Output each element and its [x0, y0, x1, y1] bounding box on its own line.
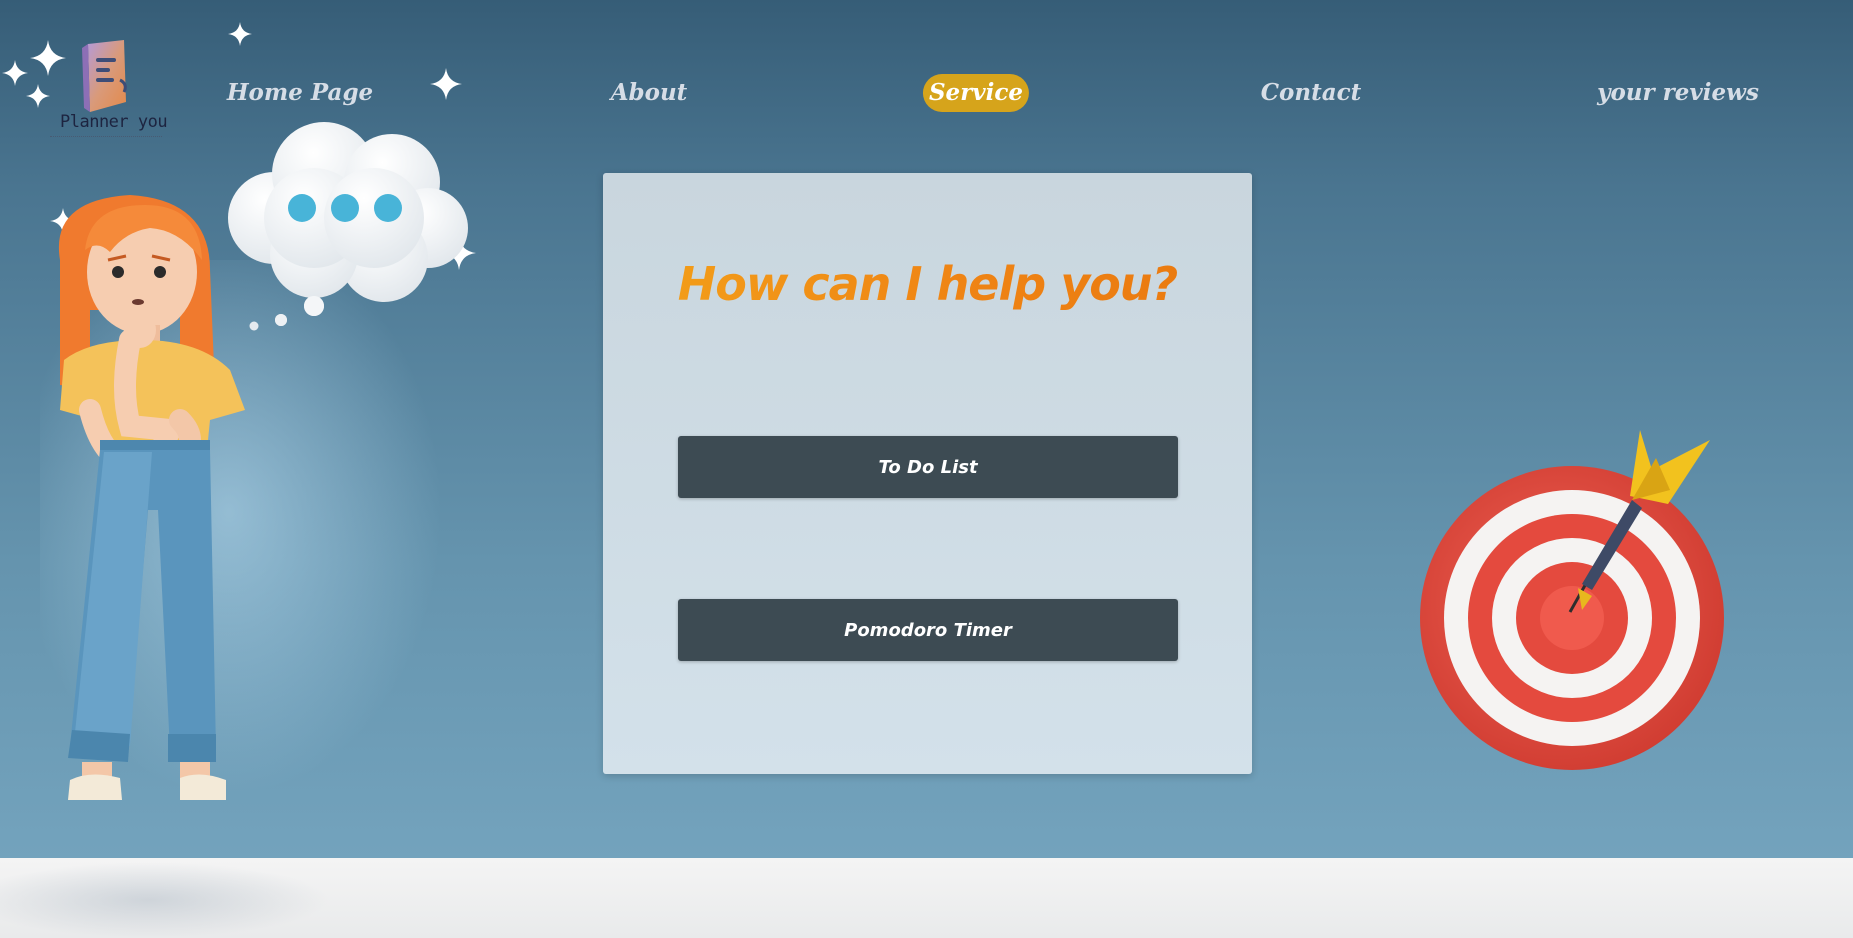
nav-contact[interactable]: Contact [1261, 74, 1362, 112]
service-panel: How can I help you? To Do List Pomodoro … [603, 173, 1252, 774]
to-do-list-button[interactable]: To Do List [678, 436, 1178, 498]
target-dart-icon [1420, 430, 1724, 770]
nav-service[interactable]: Service [922, 74, 1030, 112]
nav-home-page[interactable]: Home Page [227, 74, 373, 112]
logo-tagline-line [50, 136, 162, 140]
main-nav: Home Page About Service Contact your rev… [0, 70, 1853, 116]
sparkle-icon [228, 22, 252, 46]
nav-about[interactable]: About [611, 74, 688, 112]
panel-title: How can I help you? [603, 257, 1252, 311]
thinking-girl-illustration [58, 195, 245, 800]
nav-your-reviews[interactable]: your reviews [1597, 74, 1759, 112]
pomodoro-timer-button[interactable]: Pomodoro Timer [678, 599, 1178, 661]
